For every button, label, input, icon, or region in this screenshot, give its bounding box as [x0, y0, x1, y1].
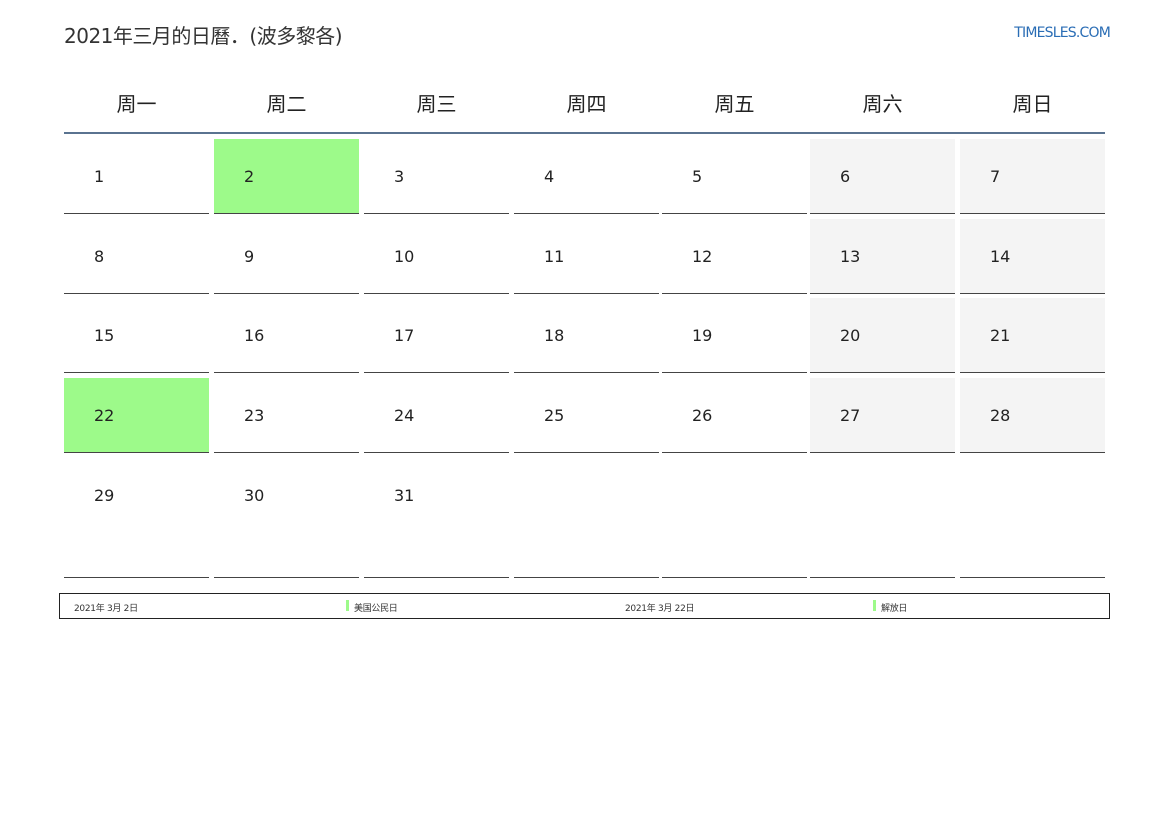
calendar-day-cell: 10 — [364, 219, 509, 294]
calendar-day-number: 23 — [244, 406, 265, 425]
calendar-day-number: 19 — [692, 326, 713, 345]
calendar-day-number: 21 — [990, 326, 1011, 345]
weekday-friday: 周五 — [714, 92, 755, 116]
calendar-day-cell: 18 — [514, 298, 659, 373]
calendar-day-number: 1 — [94, 167, 105, 186]
calendar-day-number: 26 — [692, 406, 713, 425]
calendar-day-number: 20 — [840, 326, 861, 345]
calendar-day-number: 30 — [244, 486, 265, 505]
calendar-day-number: 6 — [840, 167, 851, 186]
calendar-day-number: 27 — [840, 406, 861, 425]
calendar-day-cell: 23 — [214, 378, 359, 453]
legend-color-mark-2 — [873, 600, 876, 611]
legend-holiday-name-1: 美国公民日 — [354, 604, 398, 614]
calendar-day-number: 25 — [544, 406, 565, 425]
weekday-saturday: 周六 — [862, 92, 903, 116]
calendar-day-number: 18 — [544, 326, 565, 345]
weekday-thursday: 周四 — [566, 92, 607, 116]
calendar-day-cell: 5 — [662, 139, 807, 214]
calendar-day-number: 4 — [544, 167, 555, 186]
calendar-day-cell: 7 — [960, 139, 1105, 214]
legend-color-mark-1 — [346, 600, 349, 611]
calendar-day-number: 9 — [244, 247, 255, 266]
legend-holiday-name-2: 解放日 — [881, 604, 908, 614]
calendar-day-cell: 2 — [214, 139, 359, 214]
calendar-day-cell: 21 — [960, 298, 1105, 373]
calendar-day-number: 17 — [394, 326, 415, 345]
calendar-day-number: 14 — [990, 247, 1011, 266]
calendar-day-cell: 29 — [64, 458, 209, 578]
calendar-empty-cell — [662, 458, 807, 578]
calendar-day-cell: 31 — [364, 458, 509, 578]
calendar-day-number: 24 — [394, 406, 415, 425]
calendar-day-cell: 28 — [960, 378, 1105, 453]
calendar-day-cell: 19 — [662, 298, 807, 373]
calendar-empty-cell — [960, 458, 1105, 578]
calendar-day-cell: 25 — [514, 378, 659, 453]
holiday-legend: 2021年 3月 2日 美国公民日 2021年 3月 22日 解放日 — [59, 593, 1110, 619]
calendar-day-number: 15 — [94, 326, 115, 345]
site-link[interactable]: TIMESLES.COM — [1014, 25, 1111, 41]
legend-date-1: 2021年 3月 2日 — [74, 604, 138, 614]
calendar-day-cell: 12 — [662, 219, 807, 294]
calendar-day-number: 11 — [544, 247, 565, 266]
calendar-day-number: 31 — [394, 486, 415, 505]
calendar-day-cell: 20 — [810, 298, 955, 373]
weekday-tuesday: 周二 — [266, 92, 307, 116]
legend-date-2: 2021年 3月 22日 — [625, 604, 695, 614]
calendar-day-cell: 11 — [514, 219, 659, 294]
calendar-day-number: 29 — [94, 486, 115, 505]
calendar-day-number: 22 — [94, 406, 115, 425]
calendar-day-cell: 3 — [364, 139, 509, 214]
page-title: 2021年三月的日曆．(波多黎各) — [64, 24, 343, 48]
weekday-wednesday: 周三 — [416, 92, 457, 116]
calendar-empty-cell — [514, 458, 659, 578]
calendar-day-number: 5 — [692, 167, 703, 186]
calendar-day-number: 8 — [94, 247, 105, 266]
calendar-day-cell: 22 — [64, 378, 209, 453]
calendar-day-cell: 27 — [810, 378, 955, 453]
calendar-day-cell: 9 — [214, 219, 359, 294]
weekday-sunday: 周日 — [1012, 92, 1053, 116]
calendar-day-cell: 16 — [214, 298, 359, 373]
calendar-day-cell: 24 — [364, 378, 509, 453]
calendar-day-number: 16 — [244, 326, 265, 345]
calendar-day-cell: 4 — [514, 139, 659, 214]
calendar-day-number: 28 — [990, 406, 1011, 425]
calendar-day-cell: 1 — [64, 139, 209, 214]
calendar-day-cell: 30 — [214, 458, 359, 578]
weekday-header-row: 周一 周二 周三 周四 周五 周六 周日 — [64, 78, 1105, 134]
calendar-day-cell: 26 — [662, 378, 807, 453]
calendar-day-number: 7 — [990, 167, 1001, 186]
calendar-day-cell: 6 — [810, 139, 955, 214]
calendar-day-cell: 13 — [810, 219, 955, 294]
calendar-day-number: 3 — [394, 167, 405, 186]
calendar-day-number: 10 — [394, 247, 415, 266]
calendar-day-cell: 8 — [64, 219, 209, 294]
calendar-day-number: 2 — [244, 167, 255, 186]
weekday-monday: 周一 — [116, 92, 157, 116]
calendar-day-number: 13 — [840, 247, 861, 266]
calendar-empty-cell — [810, 458, 955, 578]
calendar-day-number: 12 — [692, 247, 713, 266]
calendar-day-cell: 15 — [64, 298, 209, 373]
calendar-day-cell: 17 — [364, 298, 509, 373]
calendar-day-cell: 14 — [960, 219, 1105, 294]
